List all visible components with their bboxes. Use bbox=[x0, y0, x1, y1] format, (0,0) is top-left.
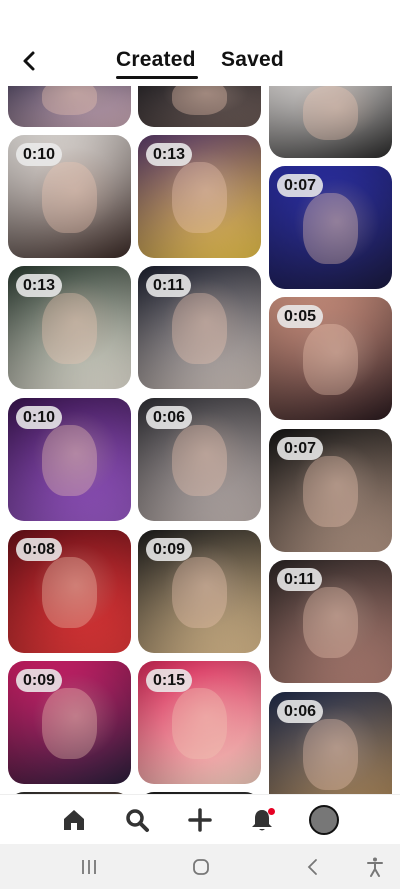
back-arrow-icon bbox=[23, 51, 35, 71]
recent-apps-icon bbox=[82, 860, 96, 874]
tab-created[interactable]: Created bbox=[116, 48, 196, 72]
pin-thumbnail-subject bbox=[303, 324, 358, 396]
notification-dot bbox=[268, 808, 275, 815]
profile-button[interactable] bbox=[307, 803, 341, 837]
pin-video-card[interactable]: 0:13 bbox=[138, 135, 261, 258]
pin-video-card[interactable]: 0:10 bbox=[8, 398, 131, 521]
pin-video-card[interactable]: 0:11 bbox=[138, 266, 261, 389]
video-duration-badge: 0:06 bbox=[146, 406, 193, 429]
profile-avatar bbox=[309, 805, 339, 835]
notifications-button[interactable] bbox=[245, 803, 279, 837]
pin-video-card[interactable]: 0:13 bbox=[8, 266, 131, 389]
pin-video-card[interactable] bbox=[269, 86, 392, 158]
home-circle-icon bbox=[193, 859, 209, 875]
pin-feed[interactable]: 0:10 0:13 0:10 0:08 0:09 0:13 0:11 0:06 … bbox=[0, 86, 400, 794]
search-button[interactable] bbox=[120, 803, 154, 837]
video-duration-badge: 0:10 bbox=[16, 406, 63, 429]
pin-video-card[interactable] bbox=[138, 86, 261, 127]
pin-thumbnail-subject bbox=[42, 293, 97, 365]
active-tab-indicator bbox=[116, 76, 198, 79]
pin-video-card[interactable]: 0:09 bbox=[138, 530, 261, 653]
home-icon bbox=[64, 810, 84, 830]
video-duration-badge: 0:09 bbox=[146, 538, 193, 561]
video-duration-badge: 0:13 bbox=[146, 143, 193, 166]
search-icon bbox=[126, 809, 149, 832]
pin-thumbnail-subject bbox=[303, 719, 358, 791]
pin-thumbnail-subject bbox=[303, 86, 358, 140]
pin-video-card[interactable]: 0:11 bbox=[269, 560, 392, 683]
pin-thumbnail-subject bbox=[42, 162, 97, 234]
system-back-button[interactable] bbox=[298, 854, 328, 880]
pin-video-card[interactable]: 0:07 bbox=[269, 429, 392, 552]
video-duration-badge: 0:11 bbox=[146, 274, 192, 297]
pin-video-card[interactable]: 0:09 bbox=[8, 661, 131, 784]
pin-thumbnail-subject bbox=[172, 86, 227, 115]
accessibility-button[interactable] bbox=[360, 854, 390, 880]
video-duration-badge: 0:13 bbox=[16, 274, 63, 297]
home-button[interactable] bbox=[57, 803, 91, 837]
system-home-button[interactable] bbox=[186, 854, 216, 880]
pin-thumbnail-subject bbox=[172, 162, 227, 234]
pin-video-card[interactable]: 0:07 bbox=[269, 166, 392, 289]
video-duration-badge: 0:15 bbox=[146, 669, 193, 692]
header: Created Saved bbox=[0, 0, 400, 86]
pin-thumbnail-subject bbox=[172, 293, 227, 365]
tab-saved[interactable]: Saved bbox=[221, 48, 284, 72]
pin-thumbnail-subject bbox=[42, 688, 97, 760]
pin-thumbnail-subject bbox=[42, 86, 97, 115]
pin-thumbnail-subject bbox=[303, 193, 358, 265]
pin-video-card[interactable] bbox=[8, 86, 131, 127]
video-duration-badge: 0:07 bbox=[277, 437, 324, 460]
video-duration-badge: 0:10 bbox=[16, 143, 63, 166]
back-button[interactable] bbox=[14, 46, 44, 76]
pin-thumbnail-subject bbox=[42, 425, 97, 497]
accessibility-icon bbox=[367, 857, 383, 877]
pin-thumbnail-subject bbox=[172, 557, 227, 629]
pin-thumbnail-subject bbox=[303, 456, 358, 528]
pin-thumbnail-subject bbox=[172, 425, 227, 497]
pin-video-card[interactable]: 0:05 bbox=[269, 297, 392, 420]
pin-video-card[interactable]: 0:15 bbox=[138, 661, 261, 784]
pin-video-card[interactable]: 0:06 bbox=[269, 692, 392, 794]
back-icon bbox=[307, 859, 317, 875]
pin-video-card[interactable]: 0:06 bbox=[138, 398, 261, 521]
pin-video-card[interactable]: 0:08 bbox=[8, 530, 131, 653]
video-duration-badge: 0:11 bbox=[277, 568, 323, 591]
system-navigation-bar bbox=[0, 844, 400, 889]
video-duration-badge: 0:09 bbox=[16, 669, 63, 692]
video-duration-badge: 0:07 bbox=[277, 174, 324, 197]
pin-video-card[interactable]: 0:10 bbox=[8, 135, 131, 258]
video-duration-badge: 0:08 bbox=[16, 538, 63, 561]
pin-thumbnail-subject bbox=[42, 557, 97, 629]
pin-thumbnail-subject bbox=[172, 688, 227, 760]
video-duration-badge: 0:06 bbox=[277, 700, 324, 723]
create-button[interactable] bbox=[183, 803, 217, 837]
recent-apps-button[interactable] bbox=[74, 854, 104, 880]
bottom-nav bbox=[0, 794, 400, 845]
video-duration-badge: 0:05 bbox=[277, 305, 324, 328]
pin-thumbnail-subject bbox=[303, 587, 358, 659]
add-icon bbox=[188, 808, 212, 832]
